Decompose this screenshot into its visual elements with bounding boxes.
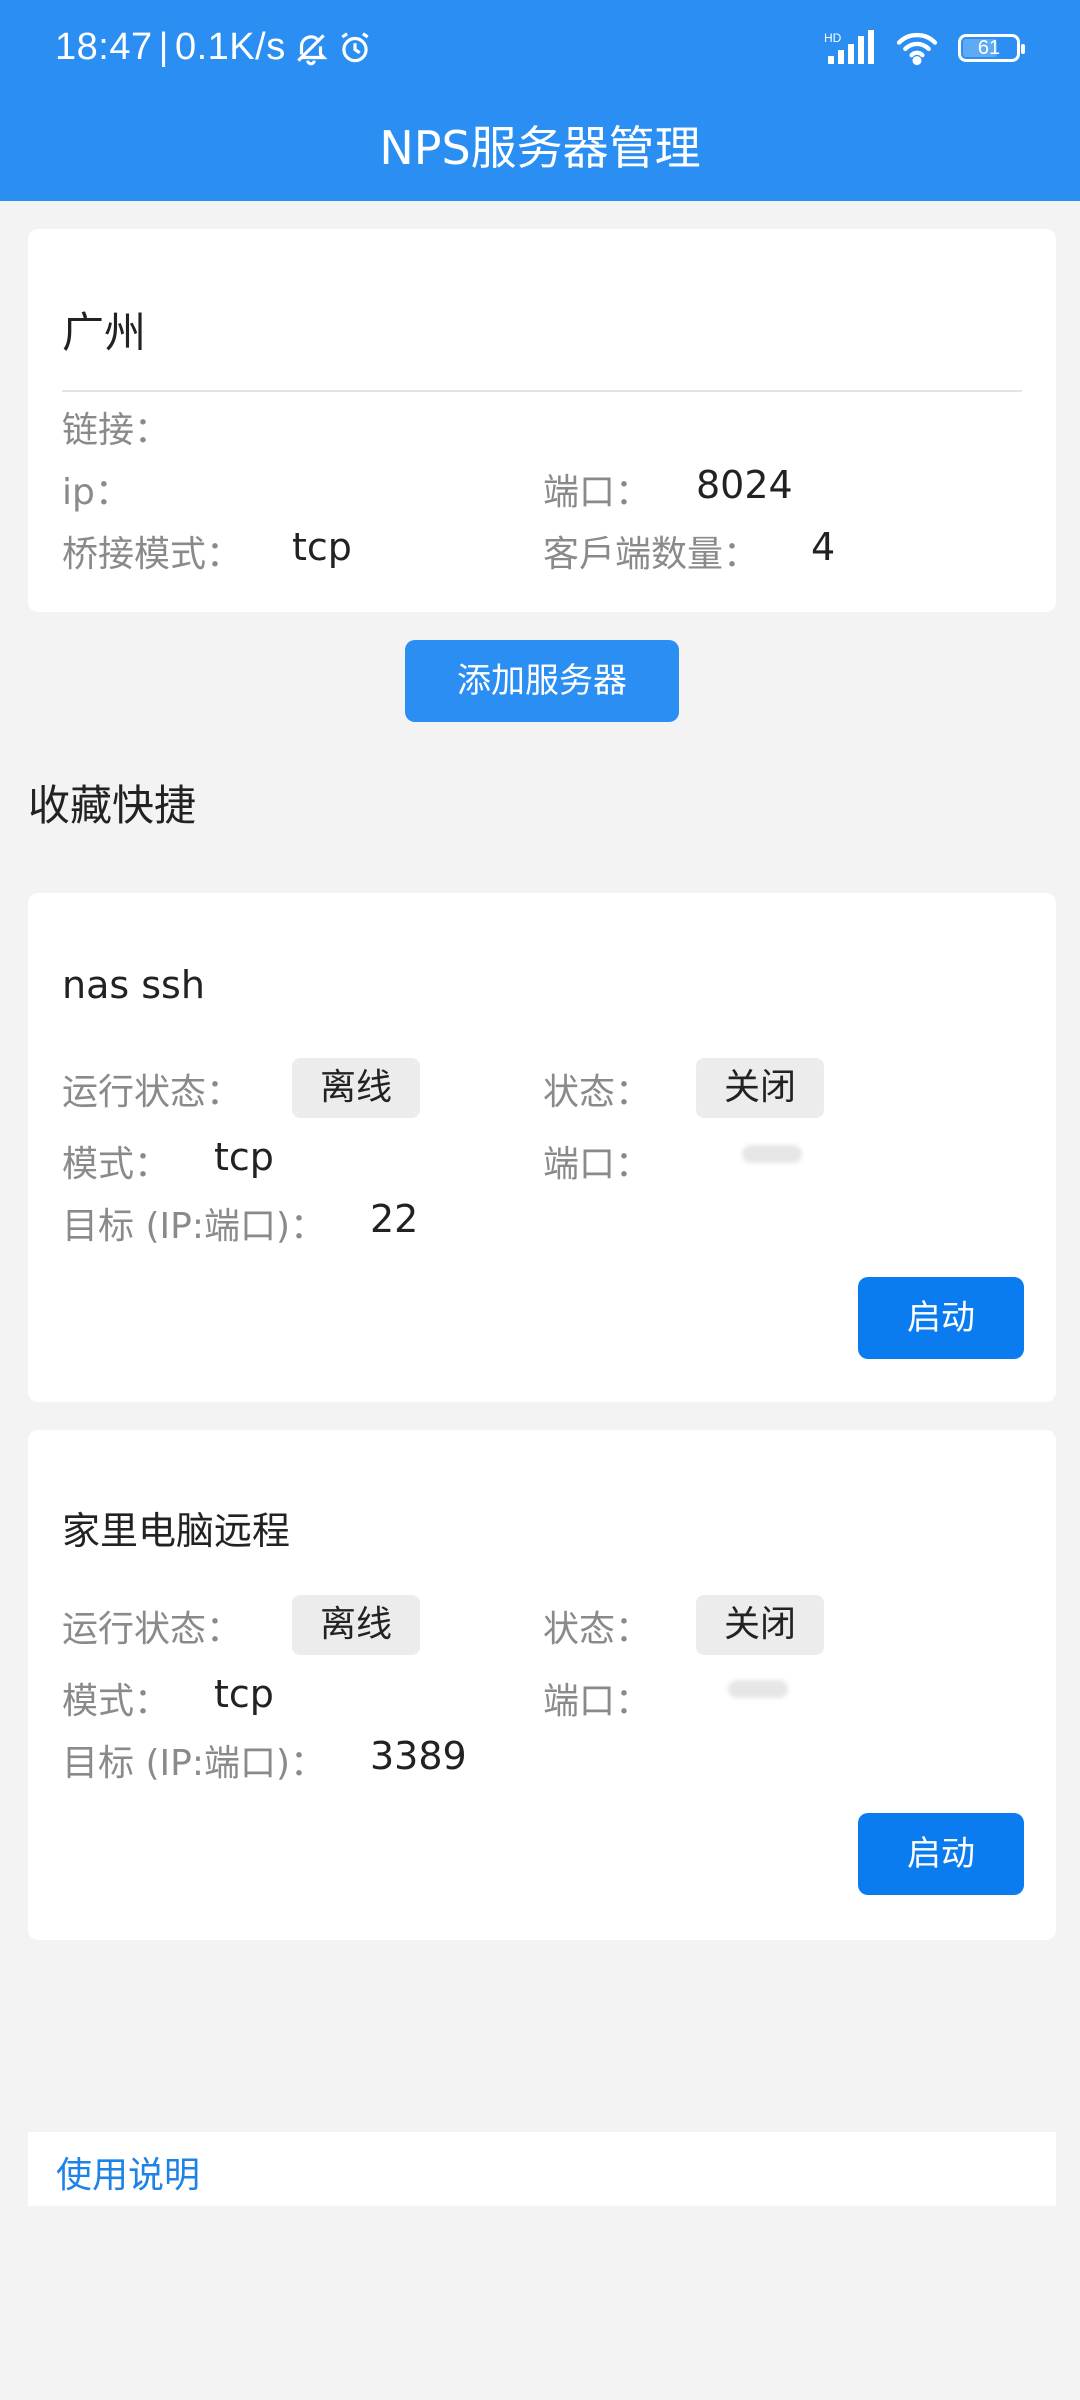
battery-level: 61 — [977, 37, 1001, 59]
favorite-card[interactable]: nas ssh 运行状态： 离线 状态： 关闭 模式： tcp 端口： 目标 (… — [28, 893, 1056, 1402]
run-state-badge: 离线 — [292, 1058, 421, 1118]
server-name: 广州 — [62, 308, 147, 357]
status-separator: | — [158, 26, 169, 68]
mode-value: tcp — [214, 1672, 274, 1716]
redacted-port-value — [728, 1680, 788, 1698]
link-label: 链接： — [62, 410, 171, 451]
wifi-icon — [896, 32, 938, 66]
favorites-title: 收藏快捷 — [28, 781, 197, 830]
divider — [62, 390, 1022, 392]
ip-label: ip： — [62, 472, 131, 513]
target-value: 22 — [370, 1197, 419, 1241]
add-server-button[interactable]: 添加服务器 — [405, 640, 679, 722]
start-button[interactable]: 启动 — [858, 1813, 1024, 1895]
mode-value: tcp — [214, 1135, 274, 1179]
target-value: 3389 — [370, 1734, 467, 1778]
mode-label: 模式： — [62, 1144, 171, 1185]
battery-icon: 61 — [958, 34, 1025, 62]
status-time: 18:47 — [55, 26, 153, 68]
state-badge: 关闭 — [696, 1595, 825, 1655]
status-net-speed: 0.1K/s — [174, 26, 286, 68]
port-label: 端口： — [543, 472, 652, 513]
help-bar: 使用说明 — [28, 2132, 1056, 2206]
target-label: 目标 (IP:端口)： — [62, 1206, 326, 1247]
run-state-label: 运行状态： — [62, 1072, 243, 1113]
favorite-name: nas ssh — [62, 963, 205, 1007]
bridge-mode-value: tcp — [292, 525, 352, 569]
target-label: 目标 (IP:端口)： — [62, 1743, 326, 1784]
cellular-signal-icon: HD — [824, 30, 874, 64]
status-right: HD 61 — [824, 30, 1025, 66]
help-link[interactable]: 使用说明 — [56, 2146, 200, 2198]
page-title: NPS服务器管理 — [379, 121, 701, 175]
client-count-value: 4 — [811, 525, 836, 569]
port-label: 端口： — [543, 1144, 652, 1185]
port-label: 端口： — [543, 1681, 652, 1722]
mode-label: 模式： — [62, 1681, 171, 1722]
redacted-port-value — [742, 1145, 802, 1163]
state-label: 状态： — [543, 1609, 652, 1650]
favorite-card[interactable]: 家里电脑远程 运行状态： 离线 状态： 关闭 模式： tcp 端口： 目标 (I… — [28, 1430, 1056, 1940]
favorite-name: 家里电脑远程 — [62, 1509, 291, 1553]
bell-muted-icon — [296, 33, 328, 65]
run-state-badge: 离线 — [292, 1595, 421, 1655]
app-bar: 18:47 | 0.1K/s HD 61 NPS服务器管理 — [0, 0, 1080, 201]
bridge-mode-label: 桥接模式： — [62, 534, 243, 575]
status-bar: 18:47 | 0.1K/s HD 61 — [0, 0, 1080, 100]
alarm-clock-icon — [341, 31, 369, 62]
start-button[interactable]: 启动 — [858, 1277, 1024, 1359]
port-value: 8024 — [696, 463, 793, 507]
run-state-label: 运行状态： — [62, 1609, 243, 1650]
client-count-label: 客戶端数量： — [543, 534, 760, 575]
state-badge: 关闭 — [696, 1058, 825, 1118]
server-card[interactable]: 广州 链接： ip： 端口： 8024 桥接模式： tcp 客戶端数量： 4 — [28, 229, 1056, 612]
network-type-label: HD — [824, 31, 842, 45]
state-label: 状态： — [543, 1072, 652, 1113]
status-left: 18:47 | 0.1K/s — [55, 26, 374, 69]
